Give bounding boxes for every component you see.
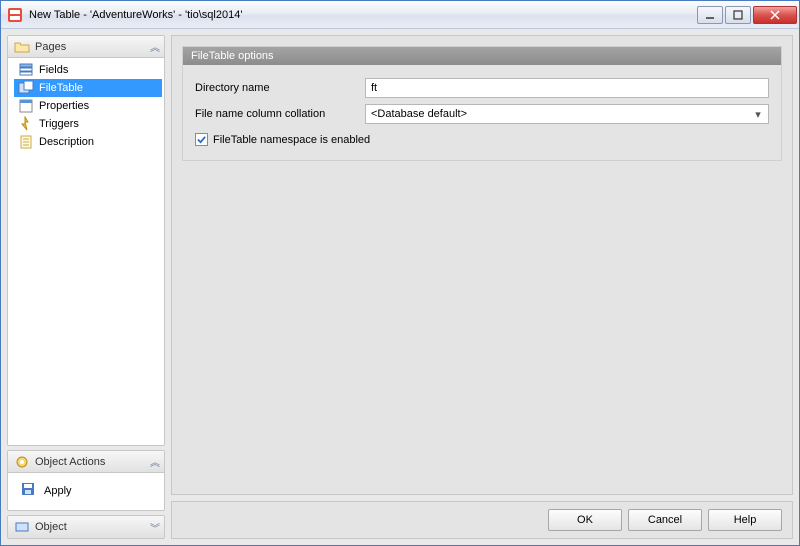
namespace-checkbox[interactable]: [195, 133, 208, 146]
minimize-button[interactable]: [697, 6, 723, 24]
sidebar-item-label: FileTable: [39, 82, 83, 94]
sidebar-item-triggers[interactable]: Triggers: [14, 115, 162, 133]
namespace-checkbox-label: FileTable namespace is enabled: [213, 134, 370, 146]
expand-icon: ︾: [150, 520, 158, 535]
object-icon: [14, 519, 30, 535]
apply-label: Apply: [44, 485, 72, 497]
collapse-icon: ︽: [150, 454, 158, 469]
collation-combo[interactable]: <Database default> ▾: [365, 104, 769, 124]
content-area: FileTable options Directory name File na…: [171, 35, 793, 539]
object-panel: Object ︾: [7, 515, 165, 539]
cancel-button[interactable]: Cancel: [628, 509, 702, 531]
filetable-icon: [18, 80, 34, 96]
object-actions-header[interactable]: Object Actions ︽: [8, 451, 164, 473]
directory-name-input[interactable]: [365, 78, 769, 98]
namespace-row: FileTable namespace is enabled: [195, 133, 769, 146]
pages-panel-title: Pages: [35, 41, 150, 53]
button-bar: OK Cancel Help: [171, 501, 793, 539]
sidebar-item-filetable[interactable]: FileTable: [14, 79, 162, 97]
window-controls: [697, 6, 797, 24]
fields-icon: [18, 62, 34, 78]
main-panel: FileTable options Directory name File na…: [171, 35, 793, 495]
collation-label: File name column collation: [195, 108, 365, 120]
section-title: FileTable options: [183, 47, 781, 65]
folder-icon: [14, 39, 30, 55]
pages-panel-header[interactable]: Pages ︽: [8, 36, 164, 58]
object-actions-panel: Object Actions ︽ Apply: [7, 450, 165, 511]
object-actions-title: Object Actions: [35, 456, 150, 468]
chevron-down-icon: ▾: [751, 108, 765, 121]
pages-tree: Fields FileTable Properties Triggers: [8, 58, 164, 154]
object-panel-title: Object: [35, 521, 150, 533]
collation-value: <Database default>: [371, 108, 751, 120]
close-button[interactable]: [753, 6, 797, 24]
sidebar-item-description[interactable]: Description: [14, 133, 162, 151]
sidebar-item-fields[interactable]: Fields: [14, 61, 162, 79]
description-icon: [18, 134, 34, 150]
pages-panel: Pages ︽ Fields FileTable Properties: [7, 35, 165, 446]
sidebar-item-label: Fields: [39, 64, 68, 76]
window-title: New Table - 'AdventureWorks' - 'tio\sql2…: [29, 9, 697, 21]
directory-name-label: Directory name: [195, 82, 365, 94]
maximize-button[interactable]: [725, 6, 751, 24]
gear-icon: [14, 454, 30, 470]
directory-name-row: Directory name: [195, 75, 769, 101]
object-panel-header[interactable]: Object ︾: [8, 516, 164, 538]
save-icon: [20, 481, 36, 500]
properties-icon: [18, 98, 34, 114]
triggers-icon: [18, 116, 34, 132]
titlebar[interactable]: New Table - 'AdventureWorks' - 'tio\sql2…: [1, 1, 799, 29]
app-icon: [7, 7, 23, 23]
sidebar: Pages ︽ Fields FileTable Properties: [7, 35, 165, 539]
sidebar-item-label: Properties: [39, 100, 89, 112]
apply-action[interactable]: Apply: [16, 481, 156, 500]
sidebar-item-label: Triggers: [39, 118, 79, 130]
client-area: Pages ︽ Fields FileTable Properties: [1, 29, 799, 545]
app-window: New Table - 'AdventureWorks' - 'tio\sql2…: [0, 0, 800, 546]
ok-button[interactable]: OK: [548, 509, 622, 531]
sidebar-item-properties[interactable]: Properties: [14, 97, 162, 115]
filetable-options-section: FileTable options Directory name File na…: [182, 46, 782, 161]
sidebar-item-label: Description: [39, 136, 94, 148]
collapse-icon: ︽: [150, 39, 158, 54]
help-button[interactable]: Help: [708, 509, 782, 531]
collation-row: File name column collation <Database def…: [195, 101, 769, 127]
